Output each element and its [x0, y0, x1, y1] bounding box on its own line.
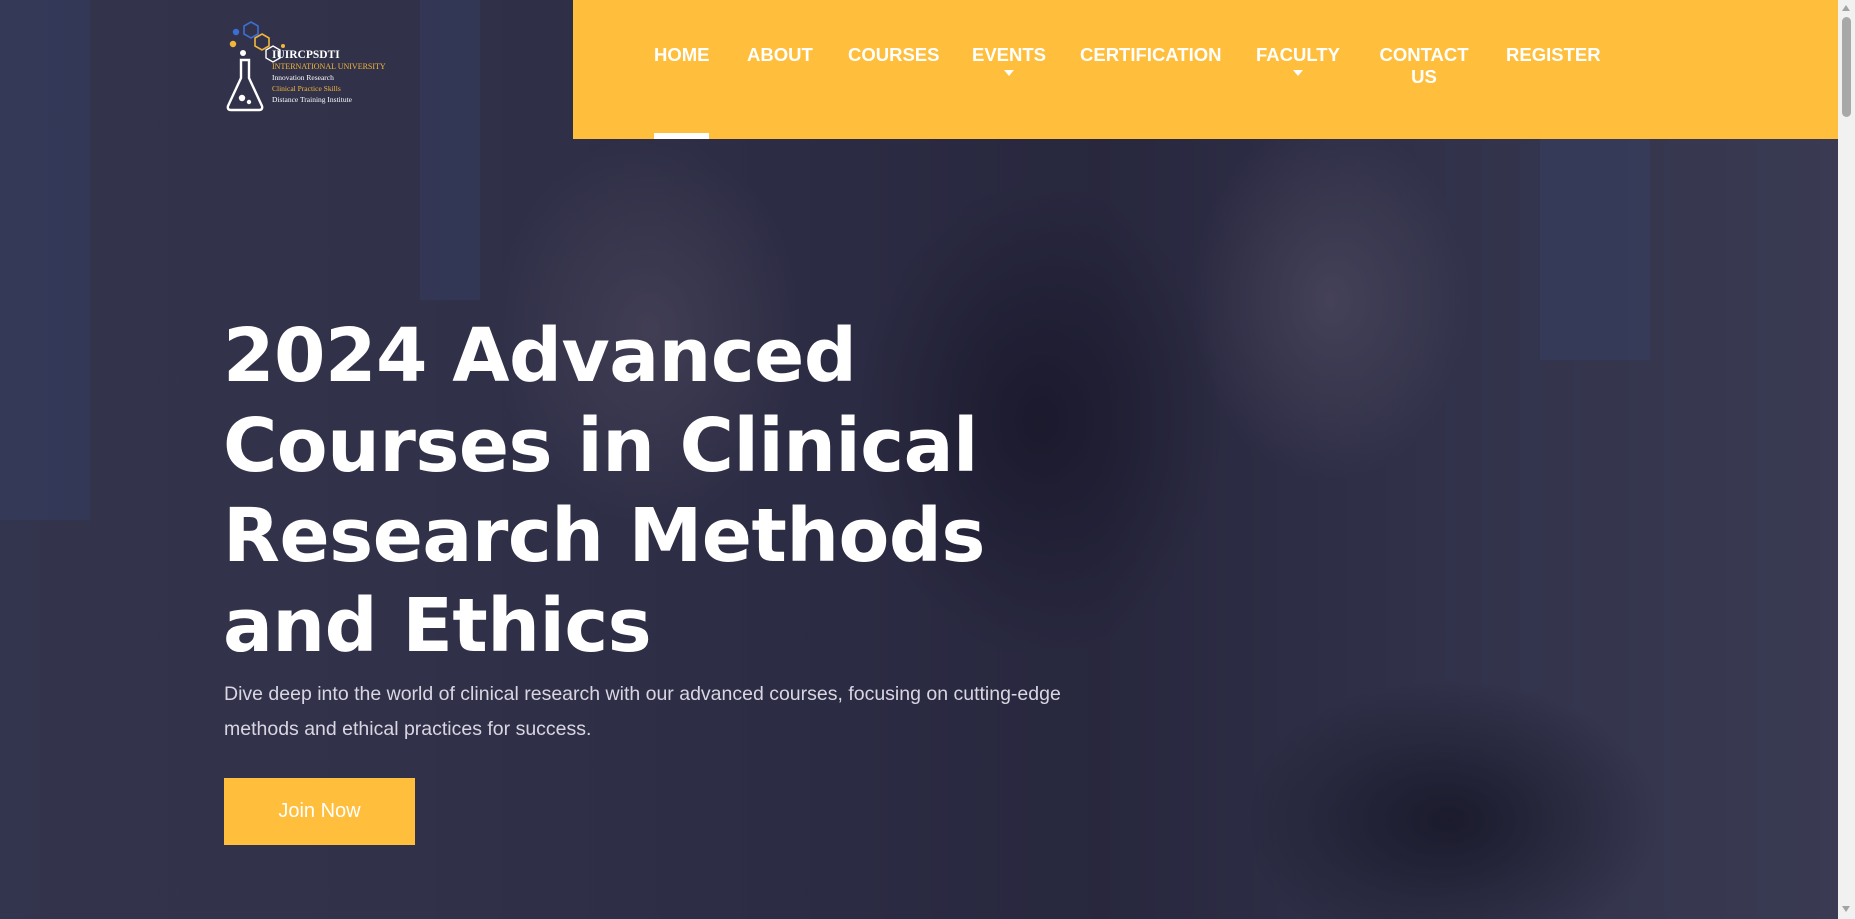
nav-item-courses[interactable]: COURSES	[848, 44, 940, 66]
nav-item-about[interactable]: ABOUT	[747, 44, 813, 66]
nav-item-faculty-label: FACULTY	[1256, 44, 1340, 65]
logo-line-research: Innovation Research	[272, 73, 334, 82]
join-now-button[interactable]: Join Now	[224, 778, 415, 845]
page-scrollbar[interactable]	[1838, 0, 1855, 919]
scrollbar-thumb[interactable]	[1842, 17, 1851, 117]
site-logo[interactable]: IUIRCPSDTI INTERNATIONAL UNIVERSITY Inno…	[225, 18, 395, 114]
main-navigation	[573, 0, 1838, 139]
logo-line-institute: Distance Training Institute	[272, 95, 352, 104]
nav-item-contact-us[interactable]: CONTACT US	[1376, 44, 1472, 88]
logo-wordmark: IUIRCPSDTI INTERNATIONAL UNIVERSITY Inno…	[272, 49, 386, 105]
chevron-down-icon	[1292, 70, 1303, 76]
nav-item-register[interactable]: REGISTER	[1506, 44, 1601, 66]
logo-line-skills: Clinical Practice Skills	[272, 84, 341, 93]
nav-item-events-label: EVENTS	[972, 44, 1047, 65]
hero-subtitle: Dive deep into the world of clinical res…	[224, 683, 1061, 740]
logo-line-university: INTERNATIONAL UNIVERSITY	[272, 62, 386, 71]
scroll-up-arrow-icon[interactable]	[1842, 5, 1850, 11]
logo-name: IUIRCPSDTI	[272, 49, 340, 61]
nav-item-certification[interactable]: CERTIFICATION	[1080, 44, 1221, 66]
scroll-down-arrow-icon[interactable]	[1842, 906, 1850, 912]
hero-title: 2024 Advanced Courses in Clinical Resear…	[223, 313, 985, 669]
chevron-down-icon	[1004, 70, 1015, 76]
nav-item-faculty[interactable]: FACULTY	[1256, 44, 1340, 76]
nav-active-indicator	[654, 133, 709, 139]
nav-item-home[interactable]: HOME	[654, 44, 710, 66]
nav-item-events[interactable]: EVENTS	[972, 44, 1046, 76]
